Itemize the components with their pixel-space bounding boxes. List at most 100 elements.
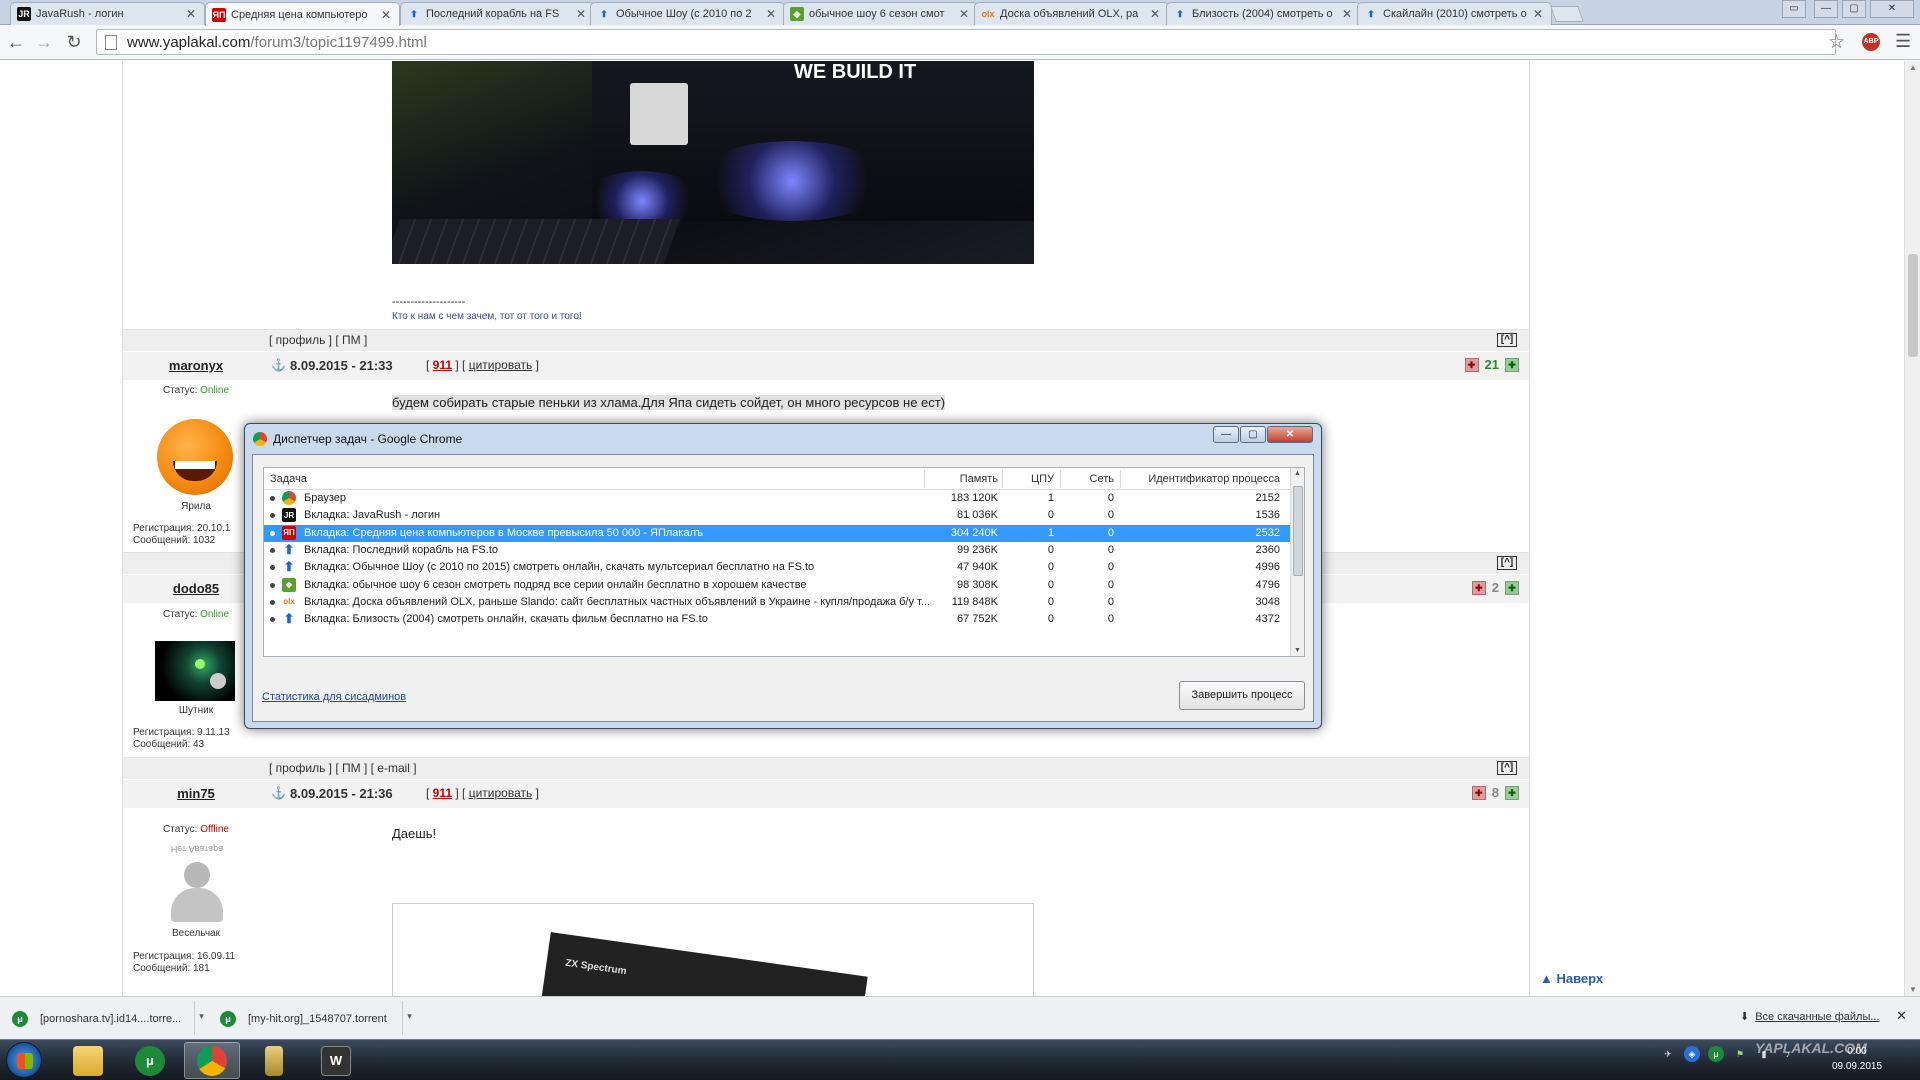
utorrent-tray-icon[interactable]: μ [1708,1046,1724,1062]
download-item[interactable]: μ [my-hit.org]_1548707.torrent [220,1004,387,1034]
all-downloads-link[interactable]: ⬇ Все скачанные файлы... [1740,1010,1880,1024]
tab-yaplakal[interactable]: ЯП Средняя цена компьютеро ✕ [205,2,400,26]
flag-icon[interactable]: ⚑ [1732,1046,1748,1062]
cell-cpu: 0 [1047,543,1054,556]
tab-olx[interactable]: olx Доска объявлений OLX, ра ✕ [974,2,1169,25]
column-task[interactable]: Задача [270,473,307,485]
close-download-bar-icon[interactable]: ✕ [1896,1008,1907,1024]
username-link[interactable]: min75 [123,786,269,801]
download-filename: [pornoshara.tv].id14....torre... [40,1013,182,1025]
anchor-icon[interactable]: ⚓ [271,358,286,372]
close-window-icon[interactable]: ✕ [1870,0,1914,18]
page-scrollbar[interactable]: ▲ ▼ [1904,61,1920,996]
tab-close-icon[interactable]: ✕ [381,8,393,22]
maximize-icon[interactable]: ▢ [1240,426,1266,443]
scrollbar-thumb[interactable] [1908,254,1918,357]
process-row[interactable]: ⬆ Вкладка: Близость (2004) смотреть онлай… [264,611,1290,628]
adblock-icon[interactable]: ABP [1862,33,1880,51]
tab-close-icon[interactable]: ✕ [1533,7,1545,21]
process-row[interactable]: ⬆ Вкладка: Последний корабль на FS.to 99 2… [264,542,1290,559]
download-item[interactable]: μ [pornoshara.tv].id14....torre... [12,1004,181,1034]
tab-close-icon[interactable]: ✕ [766,7,778,21]
profile-icon[interactable]: ▭ [1782,0,1806,18]
tab-regular-show-s6[interactable]: ◆ обычное шоу 6 сезон смот ✕ [783,2,978,25]
maximize-icon[interactable]: ▢ [1842,0,1866,18]
taskbar-chrome[interactable] [184,1042,240,1079]
process-row[interactable]: olx Вкладка: Доска объявлений OLX, раньше… [264,594,1290,611]
scroll-up-button[interactable]: [^] [1497,333,1517,347]
post-number-link[interactable]: 911 [433,786,452,800]
tab-fs-skyline[interactable]: ⬆ Скайлайн (2010) смотреть о ✕ [1357,2,1552,25]
tab-close-icon[interactable]: ✕ [959,7,971,21]
anchor-icon[interactable]: ⚓ [271,786,286,800]
show-icon: ◆ [282,577,296,592]
tab-fs-ship[interactable]: ⬆ Последний корабль на FS ✕ [400,2,595,25]
tab-close-icon[interactable]: ✕ [1342,7,1354,21]
forward-arrow-icon[interactable]: → [34,32,54,52]
column-memory[interactable]: Память [944,473,998,485]
avatar-placeholder[interactable]: Нет Аватара [157,844,237,924]
process-table: Задача Память ЦПУ Сеть Идентификатор про… [263,467,1305,657]
post-number-link[interactable]: 911 [433,358,452,372]
quote-link[interactable]: цитировать [469,786,533,800]
scroll-up-arrow-icon[interactable]: ▲ [1294,470,1301,477]
thumbs-down-icon[interactable]: ✚ [1471,580,1486,595]
reload-icon[interactable]: ↻ [64,32,84,52]
thumbs-down-icon[interactable]: ✚ [1464,357,1479,372]
shield-icon[interactable]: ◈ [1684,1046,1700,1062]
column-cpu[interactable]: ЦПУ [1010,473,1054,485]
scroll-down-arrow-icon[interactable]: ▼ [1294,647,1301,654]
tab-close-icon[interactable]: ✕ [576,7,588,21]
scroll-up-arrow-icon[interactable]: ▲ [1909,63,1917,72]
sysadmin-stats-link[interactable]: Статистика для сисадминов [262,691,406,703]
thumbs-up-icon[interactable]: ✚ [1505,785,1519,800]
start-button[interactable] [6,1042,42,1078]
minimize-icon[interactable]: — [1213,426,1239,443]
quote-link[interactable]: цитировать [469,358,533,372]
profile-pm-email-links[interactable]: [ профиль ] [ ПМ ] [ e-mail ] [269,761,417,775]
scrollbar-thumb[interactable] [1293,486,1303,576]
taskbar-explorer[interactable] [60,1042,116,1079]
back-arrow-icon[interactable]: ← [6,32,26,52]
process-row[interactable]: ЯП Вкладка: Средняя цена компьютеров в Мо… [264,524,1290,542]
minimize-icon[interactable]: — [1814,0,1838,18]
scroll-up-button[interactable]: [^] [1497,556,1517,570]
bookmark-star-icon[interactable]: ☆ [1828,31,1845,54]
download-menu-arrow-icon[interactable]: ▾ [194,1001,208,1035]
thumbs-up-icon[interactable]: ✚ [1505,580,1519,595]
tab-close-icon[interactable]: ✕ [1150,7,1162,21]
plane-icon[interactable]: ✈ [1660,1046,1676,1062]
profile-pm-links[interactable]: [ профиль ] [ ПМ ] [269,333,367,347]
process-row[interactable]: ◆ Вкладка: обычное шоу 6 сезон смотреть п… [264,577,1290,594]
close-icon[interactable]: ✕ [1267,426,1313,443]
taskbar-app[interactable] [246,1042,302,1079]
new-tab-button[interactable] [1550,6,1584,22]
end-process-button[interactable]: Завершить процесс [1179,681,1305,710]
avatar-space[interactable] [155,641,235,701]
column-pid[interactable]: Идентификатор процесса [1130,473,1280,485]
tab-fs-regular-show[interactable]: ⬆ Обычное Шоу (с 2010 по 2 ✕ [590,2,785,25]
thumbs-up-icon[interactable]: ✚ [1505,357,1519,372]
chrome-menu-icon[interactable]: ☰ [1895,31,1911,52]
dialog-titlebar[interactable]: Диспетчер задач - Google Chrome — ▢ ✕ [245,424,1321,454]
process-row[interactable]: JR Вкладка: JavaRush - логин 81 036K 0 0 1536 [264,507,1290,524]
post-image-zx-spectrum[interactable]: ZX Spectrum [392,903,1034,996]
username-link[interactable]: maronyx [123,358,269,373]
scroll-down-arrow-icon[interactable]: ▼ [1909,985,1917,994]
tab-fs-closer[interactable]: ⬆ Близость (2004) смотреть о ✕ [1166,2,1361,25]
post-image-pc-case[interactable]: WE BUILD IT [392,61,1034,264]
taskbar-world-of-tanks[interactable]: W [308,1042,364,1079]
thumbs-down-icon[interactable]: ✚ [1471,785,1486,800]
table-scrollbar[interactable]: ▲ ▼ [1290,468,1304,656]
tab-close-icon[interactable]: ✕ [186,7,198,21]
avatar-orange[interactable] [157,419,233,495]
tab-javarush[interactable]: JR JavaRush - логин ✕ [10,2,205,25]
process-row[interactable]: Браузер 183 120K 1 0 2152 [264,490,1290,507]
column-network[interactable]: Сеть [1068,473,1114,485]
process-row[interactable]: ⬆ Вкладка: Обычное Шоу (с 2010 по 2015) с… [264,559,1290,576]
back-to-top-link[interactable]: ▲ Наверх [1540,971,1603,986]
address-bar[interactable]: www.yaplakal.com/forum3/topic1197499.htm… [96,29,1836,55]
taskbar-utorrent[interactable]: μ [122,1042,178,1079]
scroll-up-button[interactable]: [^] [1497,761,1517,775]
download-menu-arrow-icon[interactable]: ▾ [402,1001,416,1035]
